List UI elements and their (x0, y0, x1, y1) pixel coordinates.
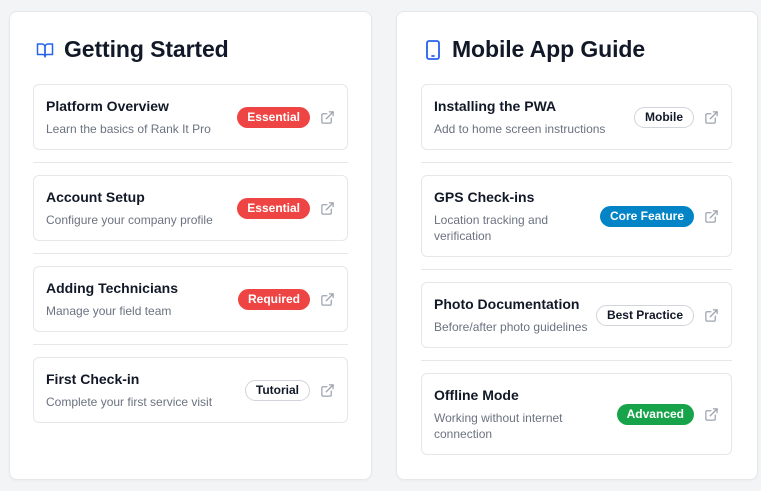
guide-item-gps-check-ins[interactable]: GPS Check-ins Location tracking and veri… (421, 175, 732, 257)
divider (33, 162, 348, 163)
item-description: Complete your first service visit (46, 394, 213, 409)
divider (421, 162, 732, 163)
required-badge: Required (237, 288, 310, 310)
guide-item-offline-mode[interactable]: Offline Mode Working without internet co… (421, 373, 732, 455)
essential-badge: Essential (237, 197, 310, 219)
item-title: Platform Overview (46, 97, 169, 114)
mobile-guide-list: Installing the PWA Add to home screen in… (421, 84, 732, 455)
panel-title: Mobile App Guide (452, 36, 646, 62)
guide-item-installing-pwa[interactable]: Installing the PWA Add to home screen in… (421, 84, 732, 150)
getting-started-list: Platform Overview Learn the basics of Ra… (33, 84, 348, 423)
guide-item-account-setup[interactable]: Account Setup Configure your company pro… (33, 175, 348, 241)
external-link-icon[interactable] (703, 307, 719, 323)
item-description: Learn the basics of Rank It Pro (46, 121, 211, 136)
item-description: Working without internet connection (434, 410, 563, 441)
item-title: Account Setup (46, 188, 145, 205)
item-title: GPS Check-ins (434, 188, 535, 205)
external-link-icon[interactable] (319, 200, 335, 216)
smartphone-icon (423, 39, 443, 60)
item-title: Adding Technicians (46, 279, 178, 296)
external-link-icon[interactable] (703, 208, 719, 224)
mobile-badge: Mobile (634, 106, 694, 128)
getting-started-header: Getting Started (33, 12, 348, 84)
item-description: Location tracking and verification (434, 212, 549, 243)
item-title: Photo Documentation (434, 295, 580, 312)
advanced-badge: Advanced (616, 403, 694, 425)
essential-badge: Essential (237, 106, 310, 128)
divider (421, 360, 732, 361)
getting-started-panel: Getting Started Platform Overview Learn … (9, 11, 372, 480)
external-link-icon[interactable] (703, 109, 719, 125)
item-description: Configure your company profile (46, 212, 213, 227)
item-title: Installing the PWA (434, 97, 557, 114)
item-description: Manage your field team (46, 303, 172, 318)
divider (421, 269, 732, 270)
guide-item-platform-overview[interactable]: Platform Overview Learn the basics of Ra… (33, 84, 348, 150)
external-link-icon[interactable] (319, 109, 335, 125)
item-description: Add to home screen instructions (434, 121, 606, 136)
item-title: First Check-in (46, 370, 140, 387)
panel-title: Getting Started (64, 36, 229, 62)
guide-item-photo-documentation[interactable]: Photo Documentation Before/after photo g… (421, 282, 732, 348)
external-link-icon[interactable] (319, 382, 335, 398)
best-practice-badge: Best Practice (595, 304, 694, 326)
divider (33, 344, 348, 345)
external-link-icon[interactable] (703, 406, 719, 422)
guide-item-first-check-in[interactable]: First Check-in Complete your first servi… (33, 357, 348, 423)
external-link-icon[interactable] (319, 291, 335, 307)
mobile-guide-header: Mobile App Guide (421, 12, 732, 84)
item-title: Offline Mode (434, 386, 519, 403)
mobile-app-guide-panel: Mobile App Guide Installing the PWA Add … (396, 11, 758, 480)
core-feature-badge: Core Feature (599, 205, 694, 227)
divider (33, 253, 348, 254)
book-open-icon (35, 40, 55, 60)
tutorial-badge: Tutorial (244, 379, 310, 401)
item-description: Before/after photo guidelines (434, 319, 588, 334)
guide-item-adding-technicians[interactable]: Adding Technicians Manage your field tea… (33, 266, 348, 332)
